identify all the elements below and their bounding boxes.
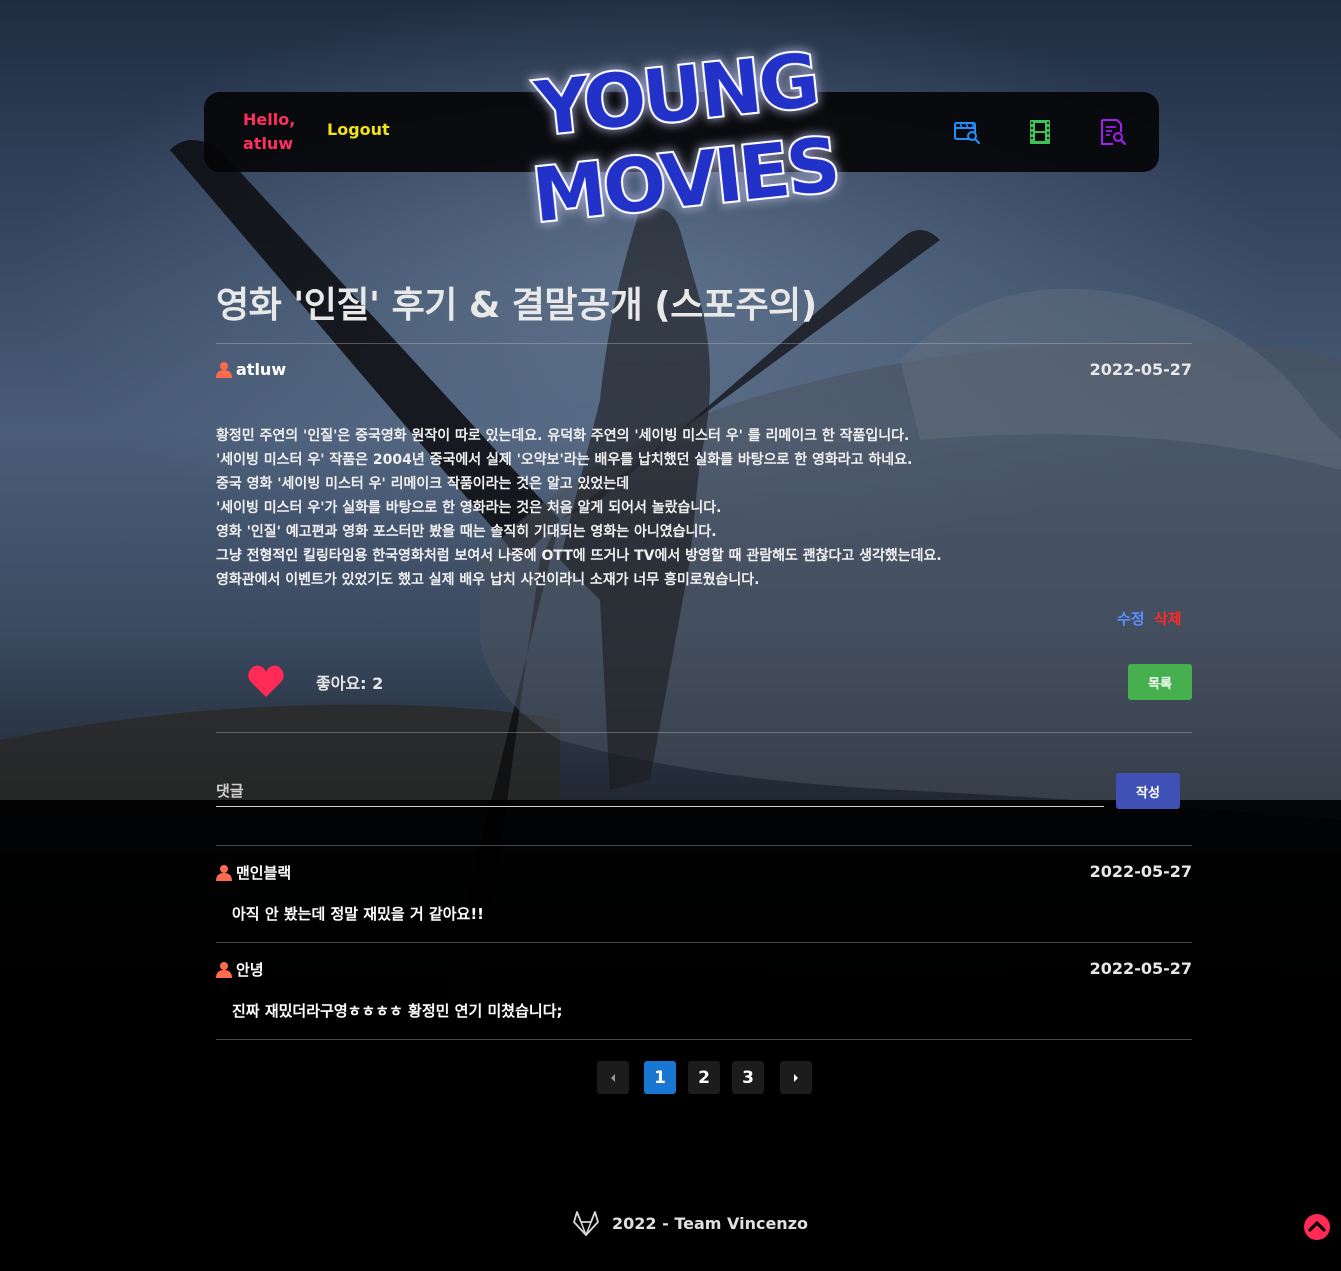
comment-author: 안녕 [216,959,264,980]
content-line: 그냥 전형적인 킬링타임용 한국영화처럼 보여서 나중에 OTT에 뜨거나 TV… [216,548,942,564]
comment-input[interactable] [216,776,1104,807]
page-button[interactable]: 3 [732,1061,764,1094]
footer-text: 2022 - Team Vincenzo [612,1213,808,1233]
edit-link[interactable]: 수정 [1117,608,1145,629]
content-line: '세이빙 미스터 우' 작품은 2004년 중국에서 실제 '오약보'라는 배우… [216,452,913,468]
comment-text: 아직 안 봤는데 정말 재밌을 거 같아요!! [232,905,485,923]
chevron-left-icon [611,1073,615,1082]
greeting: Hello, atluw [243,108,303,156]
content-line: '세이빙 미스터 우'가 실화를 바탕으로 한 영화라는 것은 처음 알게 되어… [216,500,722,516]
prev-page-button[interactable] [597,1061,629,1094]
content-line: 영화 '인질' 예고편과 영화 포스터만 봤을 때는 솔직히 기대되는 영화는 … [216,524,717,540]
username-label: atluw [243,134,294,153]
comment-author-name: 맨인블랙 [236,864,292,882]
content-line: 영화관에서 이벤트가 있었기도 했고 실제 배우 납치 사건이라니 소재가 너무… [216,572,760,588]
comment-author-name: 안녕 [236,961,264,979]
post-author-name: atluw [236,360,287,379]
comment-author: 맨인블랙 [216,862,291,883]
user-icon [216,362,232,378]
comment-text: 진짜 재밌더라구영ㅎㅎㅎㅎ 황정민 연기 미쳤습니다; [232,1002,563,1020]
comment-date: 2022-05-27 [1089,862,1192,881]
divider [216,942,1192,943]
page-button[interactable]: 2 [688,1061,720,1094]
divider [216,1039,1192,1040]
list-button[interactable]: 목록 [1128,664,1192,700]
document-search-icon[interactable] [1099,118,1127,146]
heart-icon[interactable] [248,664,284,698]
comment-submit-button[interactable]: 작성 [1116,773,1180,809]
post-title: 영화 '인질' 후기 & 결말공개 (스포주의) [216,285,817,326]
film-strip-icon[interactable] [1026,118,1054,146]
divider [216,343,1192,344]
divider [216,732,1192,733]
chevron-right-icon [794,1073,798,1082]
comment-date: 2022-05-27 [1089,959,1192,978]
content-line: 황정민 주연의 '인질'은 중국영화 원작이 따로 있는데요. 유덕화 주연의 … [216,428,910,444]
divider [216,845,1192,846]
like-count: 좋아요: 2 [316,674,384,693]
page-button[interactable]: 1 [644,1061,676,1094]
post-author: atluw [216,360,286,379]
user-icon [216,865,232,881]
movie-search-icon[interactable] [953,118,981,146]
young-movies-logo[interactable]: YOUNG MOVIES [505,28,855,238]
hello-label: Hello, [243,110,296,129]
next-page-button[interactable] [780,1061,812,1094]
logout-link[interactable]: Logout [327,120,390,139]
scroll-to-top-icon[interactable] [1303,1213,1331,1241]
delete-link[interactable]: 삭제 [1154,608,1182,629]
footer: 2022 - Team Vincenzo [572,1210,808,1236]
user-icon [216,962,232,978]
post-content: 황정민 주연의 '인질'은 중국영화 원작이 따로 있는데요. 유덕화 주연의 … [216,424,1176,592]
post-date: 2022-05-27 [1089,360,1192,379]
gitlab-icon[interactable] [572,1210,600,1236]
content-line: 중국 영화 '세이빙 미스터 우' 리메이크 작품이라는 것은 알고 있었는데 [216,476,630,492]
